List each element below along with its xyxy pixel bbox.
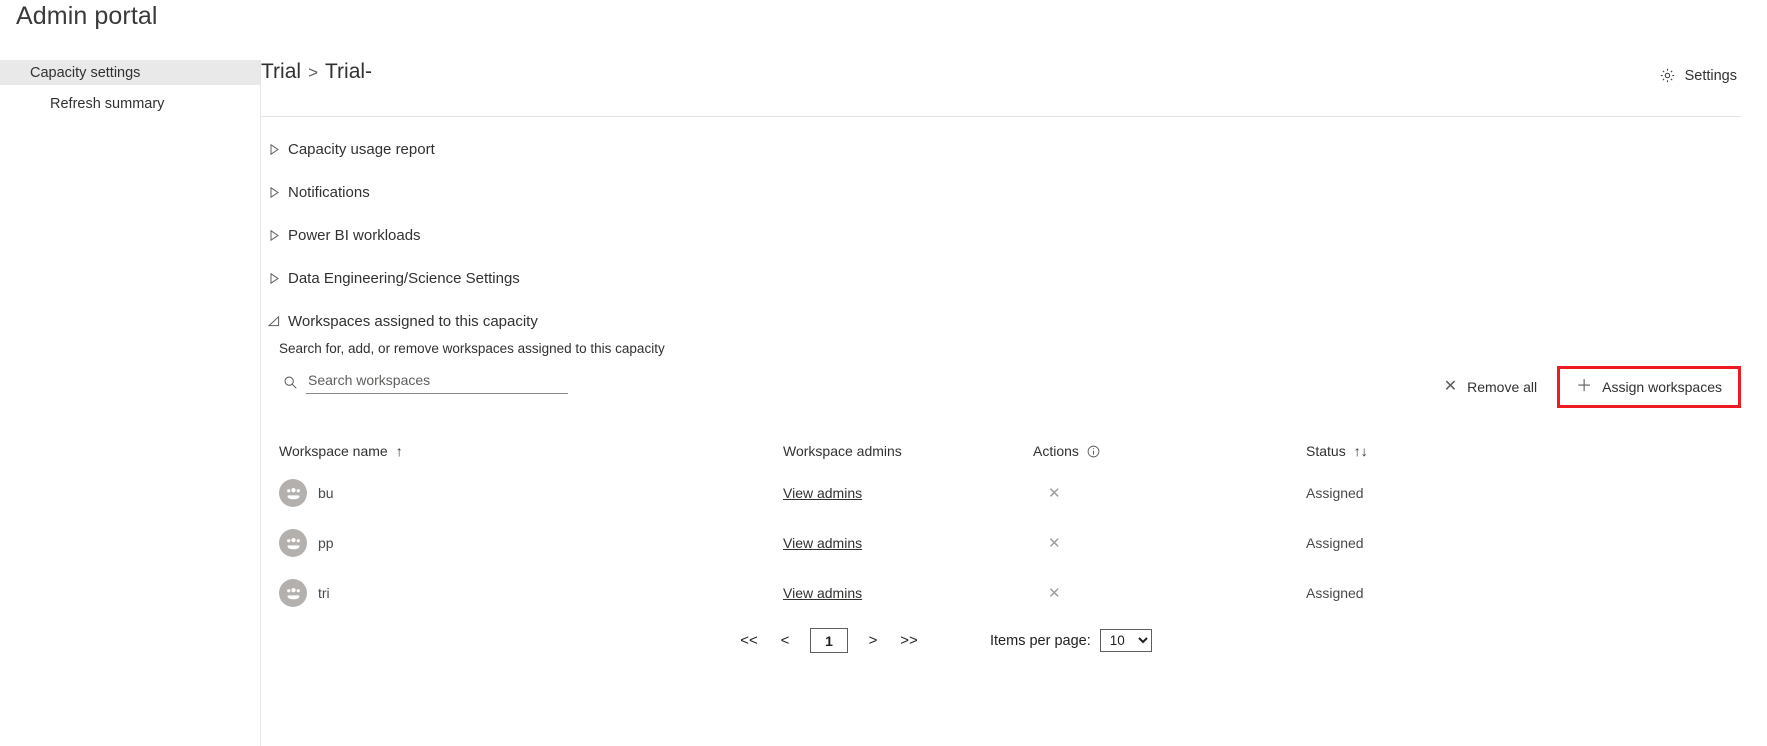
status-cell: Assigned bbox=[1306, 468, 1506, 518]
pagination-next-button[interactable]: > bbox=[855, 628, 891, 653]
table-row: bu View admins ✕ Assigned bbox=[261, 468, 1767, 518]
pagination-prev-button[interactable]: < bbox=[767, 628, 803, 653]
workspace-name: bu bbox=[318, 485, 334, 501]
status-badge: Assigned bbox=[1306, 485, 1364, 501]
workspace-admins-cell: View admins bbox=[783, 568, 1028, 618]
breadcrumb-separator-icon: > bbox=[308, 63, 318, 82]
sidebar-item-refresh-summary[interactable]: Refresh summary bbox=[0, 91, 260, 116]
items-per-page-label: Items per page: bbox=[990, 632, 1091, 649]
breadcrumb: Trial > Trial- bbox=[261, 60, 372, 84]
workspace-name-cell: tri bbox=[279, 568, 779, 618]
workspaces-panel: Search for, add, or remove workspaces as… bbox=[261, 341, 1767, 653]
pagination: << < 1 > >> Items per page: 102050100 bbox=[261, 628, 1767, 653]
plus-icon: ＋ bbox=[1576, 378, 1593, 395]
group-icon bbox=[279, 529, 307, 557]
view-admins-link[interactable]: View admins bbox=[783, 585, 862, 601]
search-icon bbox=[283, 375, 298, 390]
table-header-row: Workspace name ↑ Workspace admins Action… bbox=[261, 434, 1767, 468]
group-icon bbox=[279, 579, 307, 607]
pagination-last-button[interactable]: >> bbox=[891, 628, 927, 653]
chevron-right-icon bbox=[266, 272, 282, 284]
pagination-first-button[interactable]: << bbox=[731, 628, 767, 653]
search-input[interactable] bbox=[306, 370, 568, 394]
workspace-name-cell: bu bbox=[279, 468, 779, 518]
remove-all-button[interactable]: ✕ Remove all bbox=[1432, 369, 1549, 405]
column-label: Workspace name bbox=[279, 443, 388, 459]
sort-ascending-icon: ↑ bbox=[395, 443, 403, 459]
actions-cell: ✕ bbox=[1033, 468, 1293, 518]
workspaces-toolbar: ✕ Remove all ＋ Assign workspaces bbox=[261, 366, 1767, 420]
sidebar-item-label: Refresh summary bbox=[50, 95, 165, 112]
column-header-workspace-name[interactable]: Workspace name ↑ bbox=[279, 434, 779, 468]
view-admins-link[interactable]: View admins bbox=[783, 535, 862, 551]
view-admins-link[interactable]: View admins bbox=[783, 485, 862, 501]
assign-workspaces-label: Assign workspaces bbox=[1602, 379, 1722, 395]
section-label: Workspaces assigned to this capacity bbox=[288, 312, 538, 330]
column-label: Actions bbox=[1033, 443, 1079, 459]
breadcrumb-root[interactable]: Trial bbox=[261, 60, 301, 84]
search-container bbox=[283, 370, 568, 394]
workspace-name-cell: pp bbox=[279, 518, 779, 568]
section-notifications[interactable]: Notifications bbox=[261, 181, 1767, 203]
close-icon: ✕ bbox=[1443, 378, 1458, 395]
column-header-actions: Actions bbox=[1033, 434, 1293, 468]
workspace-name: pp bbox=[318, 535, 334, 551]
items-per-page-select[interactable]: 102050100 bbox=[1099, 629, 1152, 652]
actions-cell: ✕ bbox=[1033, 568, 1293, 618]
chevron-right-icon bbox=[266, 229, 282, 241]
toolbar-actions: ✕ Remove all ＋ Assign workspaces bbox=[1432, 366, 1741, 408]
sidebar-item-label: Capacity settings bbox=[30, 64, 141, 81]
section-power-bi-workloads[interactable]: Power BI workloads bbox=[261, 224, 1767, 246]
status-cell: Assigned bbox=[1306, 568, 1506, 618]
sidebar-item-capacity-settings[interactable]: Capacity settings bbox=[0, 60, 260, 85]
remove-workspace-icon[interactable]: ✕ bbox=[1048, 534, 1061, 552]
section-label: Data Engineering/Science Settings bbox=[288, 269, 520, 287]
status-cell: Assigned bbox=[1306, 518, 1506, 568]
header-bar: Trial > Trial- Settings bbox=[261, 60, 1767, 117]
section-label: Capacity usage report bbox=[288, 140, 435, 158]
section-workspaces-assigned[interactable]: Workspaces assigned to this capacity bbox=[261, 310, 1767, 332]
section-label: Power BI workloads bbox=[288, 226, 421, 244]
column-header-status[interactable]: Status ↑↓ bbox=[1306, 434, 1506, 468]
workspaces-description: Search for, add, or remove workspaces as… bbox=[279, 341, 665, 356]
actions-cell: ✕ bbox=[1033, 518, 1293, 568]
table-row: tri View admins ✕ Assigned bbox=[261, 568, 1767, 618]
group-icon bbox=[279, 479, 307, 507]
pagination-current-page[interactable]: 1 bbox=[810, 628, 848, 653]
page-title: Admin portal bbox=[16, 2, 158, 30]
breadcrumb-current: Trial- bbox=[325, 60, 373, 83]
section-label: Notifications bbox=[288, 183, 370, 201]
sort-toggle-icon: ↑↓ bbox=[1353, 443, 1368, 459]
workspace-admins-cell: View admins bbox=[783, 518, 1028, 568]
assign-workspaces-button[interactable]: ＋ Assign workspaces bbox=[1572, 377, 1726, 397]
info-icon[interactable] bbox=[1087, 445, 1100, 458]
chevron-right-icon bbox=[266, 143, 282, 155]
section-data-engineering-science-settings[interactable]: Data Engineering/Science Settings bbox=[261, 267, 1767, 289]
header-divider bbox=[261, 116, 1741, 117]
chevron-down-icon bbox=[266, 315, 282, 327]
settings-label: Settings bbox=[1684, 67, 1737, 84]
remove-workspace-icon[interactable]: ✕ bbox=[1048, 484, 1061, 502]
remove-all-label: Remove all bbox=[1467, 379, 1538, 395]
status-badge: Assigned bbox=[1306, 535, 1364, 551]
sidebar: Capacity settings Refresh summary bbox=[0, 60, 261, 746]
settings-button[interactable]: Settings bbox=[1655, 64, 1741, 87]
table-row: pp View admins ✕ Assigned bbox=[261, 518, 1767, 568]
column-label: Status bbox=[1306, 443, 1346, 459]
column-header-workspace-admins: Workspace admins bbox=[783, 434, 1028, 468]
settings-sections: Capacity usage report Notifications Powe… bbox=[261, 138, 1767, 653]
remove-workspace-icon[interactable]: ✕ bbox=[1048, 584, 1061, 602]
workspaces-table: Workspace name ↑ Workspace admins Action… bbox=[261, 434, 1767, 653]
status-badge: Assigned bbox=[1306, 585, 1364, 601]
workspace-name: tri bbox=[318, 585, 330, 601]
workspace-admins-cell: View admins bbox=[783, 468, 1028, 518]
main-content: Trial > Trial- Settings Capacity usage r… bbox=[261, 60, 1767, 746]
column-label: Workspace admins bbox=[783, 443, 902, 459]
chevron-right-icon bbox=[266, 186, 282, 198]
gear-icon bbox=[1659, 67, 1676, 84]
assign-workspaces-highlight: ＋ Assign workspaces bbox=[1557, 366, 1741, 408]
section-capacity-usage-report[interactable]: Capacity usage report bbox=[261, 138, 1767, 160]
